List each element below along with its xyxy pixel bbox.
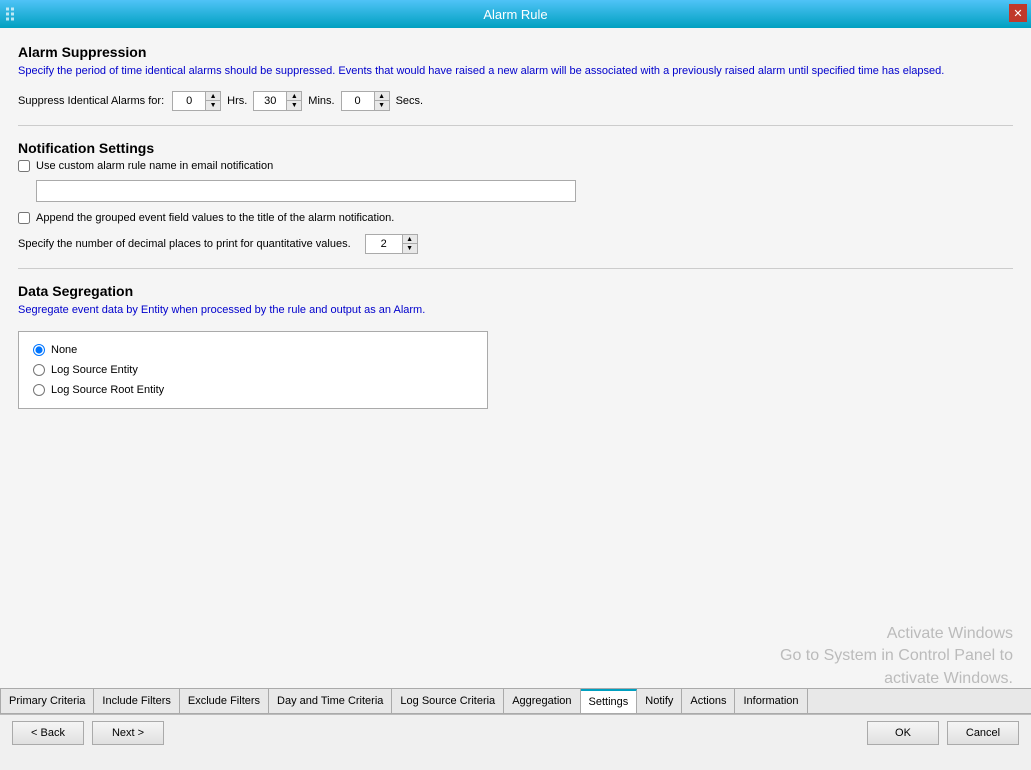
alarm-suppression-title: Alarm Suppression [18,44,1013,60]
tab-notify[interactable]: Notify [637,689,682,713]
radio-log-source-root-entity[interactable] [33,384,45,396]
separator-2 [18,268,1013,269]
secs-down-btn[interactable]: ▼ [375,101,389,110]
tab-log-source-criteria[interactable]: Log Source Criteria [392,689,504,713]
mins-up-btn[interactable]: ▲ [287,92,301,101]
mins-down-btn[interactable]: ▼ [287,101,301,110]
back-button[interactable]: < Back [12,721,84,745]
radio-log-source-entity-row: Log Source Entity [33,364,473,376]
tab-settings[interactable]: Settings [581,689,638,713]
ok-button[interactable]: OK [867,721,939,745]
mins-label: Mins. [308,95,334,107]
tab-information[interactable]: Information [735,689,807,713]
decimal-input[interactable] [366,235,402,253]
window-title: Alarm Rule [483,7,547,22]
radio-log-source-entity-label: Log Source Entity [51,364,138,376]
tab-bar: Primary Criteria Include Filters Exclude… [0,688,1031,714]
custom-alarm-name-row: Use custom alarm rule name in email noti… [18,160,1013,172]
close-button[interactable]: ✕ [1009,4,1027,22]
tab-aggregation[interactable]: Aggregation [504,689,580,713]
decimal-places-label: Specify the number of decimal places to … [18,238,351,250]
secs-label: Secs. [396,95,424,107]
suppress-alarms-row: Suppress Identical Alarms for: ▲ ▼ Hrs. … [18,91,1013,111]
custom-alarm-name-input[interactable] [36,180,576,202]
radio-none-label: None [51,344,77,356]
decimal-spinner-btns: ▲ ▼ [402,235,417,253]
secs-up-btn[interactable]: ▲ [375,92,389,101]
append-grouped-checkbox[interactable] [18,212,30,224]
separator-1 [18,125,1013,126]
hrs-up-btn[interactable]: ▲ [206,92,220,101]
radio-log-source-entity[interactable] [33,364,45,376]
radio-log-source-root-label: Log Source Root Entity [51,384,164,396]
custom-alarm-name-label: Use custom alarm rule name in email noti… [36,160,273,172]
decimal-up-btn[interactable]: ▲ [403,235,417,244]
custom-alarm-name-checkbox[interactable] [18,160,30,172]
action-bar-left: < Back Next > [12,721,164,745]
hrs-down-btn[interactable]: ▼ [206,101,220,110]
tab-include-filters[interactable]: Include Filters [94,689,179,713]
decimal-row: Specify the number of decimal places to … [18,234,1013,254]
watermark-line2: Go to System in Control Panel to [780,645,1013,667]
spinner-group: ▲ ▼ Hrs. ▲ ▼ Mins. ▲ ▼ [172,91,423,111]
mins-input[interactable] [254,92,286,110]
append-grouped-row: Append the grouped event field values to… [18,212,1013,224]
tab-actions[interactable]: Actions [682,689,735,713]
drag-handle [6,8,14,21]
watermark-line1: Activate Windows [780,623,1013,645]
hrs-spinner[interactable]: ▲ ▼ [172,91,221,111]
tab-primary-criteria[interactable]: Primary Criteria [0,689,94,713]
main-content: Alarm Suppression Specify the period of … [0,28,1031,688]
radio-log-source-root-row: Log Source Root Entity [33,384,473,396]
secs-spinner-btns: ▲ ▼ [374,92,389,110]
decimal-spinner[interactable]: ▲ ▼ [365,234,418,254]
next-button[interactable]: Next > [92,721,164,745]
tab-day-time-criteria[interactable]: Day and Time Criteria [269,689,392,713]
suppress-label: Suppress Identical Alarms for: [18,95,164,107]
action-bar: < Back Next > OK Cancel [0,714,1031,750]
cancel-button[interactable]: Cancel [947,721,1019,745]
secs-input[interactable] [342,92,374,110]
mins-spinner[interactable]: ▲ ▼ [253,91,302,111]
tab-exclude-filters[interactable]: Exclude Filters [180,689,269,713]
watermark-line3: activate Windows. [780,668,1013,688]
data-segregation-title: Data Segregation [18,283,1013,299]
mins-spinner-btns: ▲ ▼ [286,92,301,110]
decimal-down-btn[interactable]: ▼ [403,244,417,253]
alarm-suppression-desc: Specify the period of time identical ala… [18,64,1013,79]
title-bar: Alarm Rule ✕ [0,0,1031,28]
secs-spinner[interactable]: ▲ ▼ [341,91,390,111]
watermark: Activate Windows Go to System in Control… [780,623,1013,688]
append-grouped-label: Append the grouped event field values to… [36,212,394,224]
data-segregation-desc: Segregate event data by Entity when proc… [18,303,1013,318]
notification-settings-title: Notification Settings [18,140,1013,156]
action-bar-right: OK Cancel [867,721,1019,745]
data-segregation-box: None Log Source Entity Log Source Root E… [18,331,488,409]
hrs-input[interactable] [173,92,205,110]
radio-none[interactable] [33,344,45,356]
hrs-spinner-btns: ▲ ▼ [205,92,220,110]
radio-none-row: None [33,344,473,356]
hrs-label: Hrs. [227,95,247,107]
